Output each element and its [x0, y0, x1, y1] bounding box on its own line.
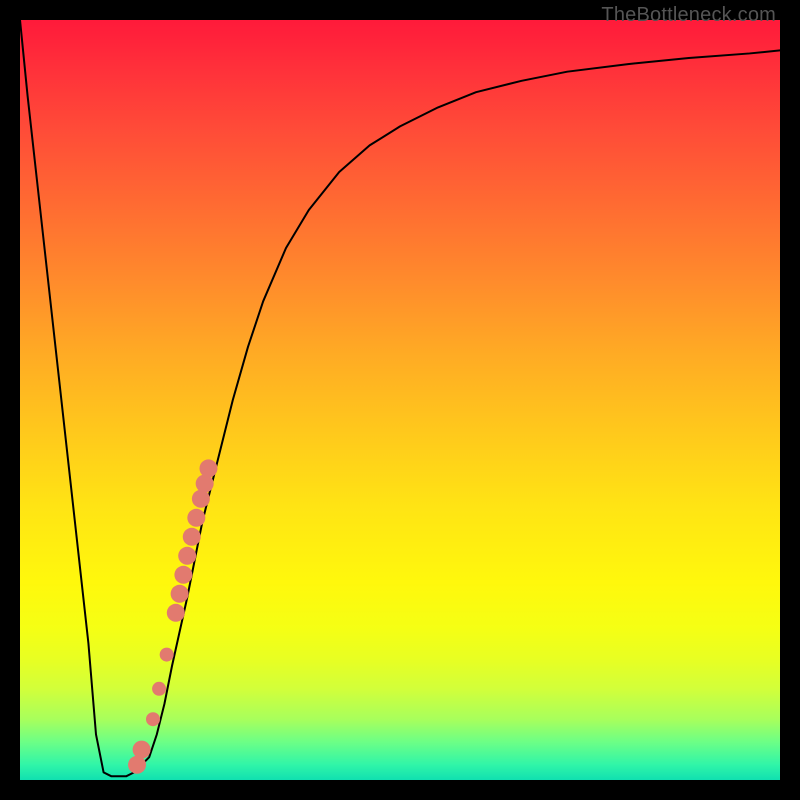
watermark-text: TheBottleneck.com [601, 4, 776, 27]
highlight-dot [178, 547, 196, 565]
highlight-dot [128, 756, 146, 774]
highlight-dot [192, 490, 210, 508]
highlight-dot [133, 741, 151, 759]
curve-path [20, 20, 780, 776]
highlight-dot [171, 585, 189, 603]
highlight-dot [174, 566, 192, 584]
highlight-dot [167, 604, 185, 622]
highlight-dot [199, 459, 217, 477]
highlight-dot [183, 528, 201, 546]
highlight-dot [152, 682, 166, 696]
highlight-dot [196, 475, 214, 493]
highlight-dot [160, 648, 174, 662]
curve-layer [20, 20, 780, 780]
plot-area [20, 20, 780, 780]
chart-frame: TheBottleneck.com [0, 0, 800, 800]
highlight-dot [146, 712, 160, 726]
highlight-dot [187, 509, 205, 527]
